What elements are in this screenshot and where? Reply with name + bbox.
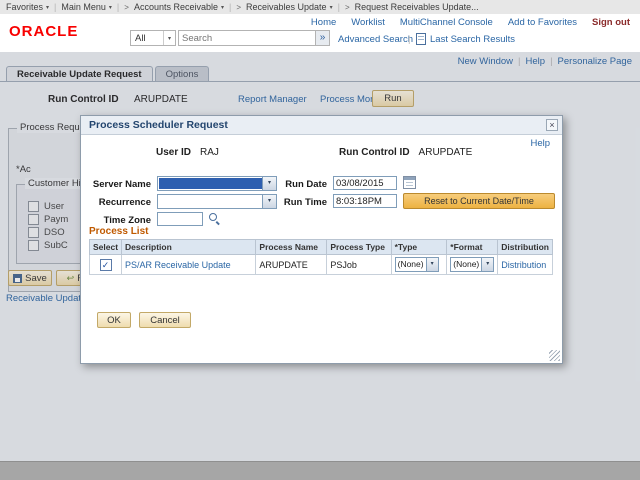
chevron-down-icon: ▾ (109, 4, 112, 11)
col-format: *Format (447, 240, 498, 255)
search-go-button[interactable]: » (315, 30, 330, 46)
col-type: *Type (391, 240, 447, 255)
run-control-value: ARUPDATE (419, 147, 473, 158)
header-nav: Home Worklist MultiChannel Console Add t… (311, 17, 630, 28)
nav-add-to-favorites-link[interactable]: Add to Favorites (508, 17, 577, 28)
peoplesoft-window: Favorites ▾ Main Menu ▾ > Accounts Recei… (0, 0, 640, 480)
breadcrumb-label: Favorites (6, 2, 43, 12)
process-list-title: Process List (89, 226, 148, 237)
recurrence-select[interactable]: ▾ (157, 194, 277, 209)
search-scope-value: All (135, 33, 146, 44)
process-list-table: Select Description Process Name Process … (89, 239, 553, 275)
divider (338, 2, 340, 12)
breadcrumb: Favorites ▾ Main Menu ▾ > Accounts Recei… (0, 0, 640, 15)
reset-date-time-button[interactable]: Reset to Current Date/Time (403, 193, 555, 209)
ok-button[interactable]: OK (97, 312, 131, 328)
process-list-header-row: Select Description Process Name Process … (90, 240, 553, 255)
breadcrumb-label: Receivables Update (246, 2, 327, 12)
nav-multichannel-console-link[interactable]: MultiChannel Console (400, 17, 493, 28)
chevron-down-icon[interactable]: ▾ (481, 258, 493, 271)
run-time-label: Run Time (267, 197, 327, 208)
cancel-button[interactable]: Cancel (139, 312, 191, 328)
format-select-value: (None) (451, 258, 481, 271)
app-header: ORACLE All ▾ » Advanced Search Last Sear… (0, 14, 640, 52)
type-select-value: (None) (396, 258, 426, 271)
calendar-icon[interactable] (403, 176, 416, 189)
col-select: Select (90, 240, 122, 255)
run-date-label: Run Date (267, 179, 327, 190)
breadcrumb-label: Request Receivables Update... (355, 2, 479, 12)
process-scheduler-request-dialog: Process Scheduler Request × Help User ID… (80, 115, 563, 364)
breadcrumb-label: Main Menu (61, 2, 106, 12)
server-name-label: Server Name (81, 179, 151, 190)
col-process-name: Process Name (256, 240, 327, 255)
chevron-down-icon: ▾ (163, 31, 171, 45)
user-id-value: RAJ (200, 147, 219, 158)
breadcrumb-request-receivables-update[interactable]: Request Receivables Update... (355, 2, 479, 12)
divider (54, 2, 56, 12)
time-zone-input[interactable] (157, 212, 203, 226)
chevron-down-icon: ▾ (221, 4, 224, 11)
breadcrumb-label: Accounts Receivable (134, 2, 218, 12)
breadcrumb-favorites[interactable]: Favorites ▾ (6, 2, 49, 12)
col-description: Description (122, 240, 256, 255)
run-control-label: Run Control ID (339, 147, 410, 158)
divider (117, 2, 119, 12)
format-select[interactable]: (None) ▾ (450, 257, 494, 272)
time-zone-label: Time Zone (81, 215, 151, 226)
nav-home-link[interactable]: Home (311, 17, 336, 28)
selection-highlight (159, 178, 262, 189)
resize-handle-icon[interactable] (549, 350, 560, 361)
recurrence-label: Recurrence (81, 197, 151, 208)
advanced-search-link[interactable]: Advanced Search (338, 34, 413, 45)
document-icon (416, 33, 426, 45)
dialog-help-link[interactable]: Help (530, 138, 550, 149)
dialog-title: Process Scheduler Request (81, 116, 562, 135)
breadcrumb-main-menu[interactable]: Main Menu ▾ (61, 2, 112, 12)
col-distribution: Distribution (498, 240, 553, 255)
run-date-input[interactable] (333, 176, 397, 190)
sign-out-link[interactable]: Sign out (592, 17, 630, 28)
chevron-down-icon[interactable]: ▾ (426, 258, 438, 271)
divider (229, 2, 231, 12)
user-id-pair: User ID RAJ (156, 147, 219, 158)
search-input[interactable] (178, 30, 316, 46)
type-select[interactable]: (None) ▾ (395, 257, 439, 272)
search-scope-select[interactable]: All ▾ (130, 30, 176, 46)
check-icon: ✓ (101, 260, 111, 270)
process-type-value: PSJob (330, 260, 357, 270)
run-control-pair: Run Control ID ARUPDATE (339, 147, 472, 158)
close-icon[interactable]: × (546, 119, 558, 131)
breadcrumb-arrow-icon: > (345, 3, 350, 12)
select-checkbox[interactable]: ✓ (100, 259, 112, 271)
process-description-link[interactable]: PS/AR Receivable Update (125, 260, 231, 270)
last-search-results-link[interactable]: Last Search Results (430, 34, 515, 45)
oracle-logo: ORACLE (9, 23, 78, 40)
breadcrumb-accounts-receivable[interactable]: Accounts Receivable ▾ (134, 2, 224, 12)
distribution-link[interactable]: Distribution (501, 260, 546, 270)
chevron-down-icon: ▾ (330, 4, 333, 11)
divider (408, 34, 410, 45)
breadcrumb-arrow-icon: > (236, 3, 241, 12)
nav-worklist-link[interactable]: Worklist (351, 17, 385, 28)
user-id-label: User ID (156, 147, 191, 158)
process-row: ✓ PS/AR Receivable Update ARUPDATE PSJob… (90, 255, 553, 275)
breadcrumb-receivables-update[interactable]: Receivables Update ▾ (246, 2, 333, 12)
window-bottom-bar (0, 461, 640, 480)
process-name-value: ARUPDATE (259, 260, 307, 270)
breadcrumb-arrow-icon: > (124, 3, 129, 12)
lookup-magnifier-icon[interactable] (208, 212, 221, 225)
col-process-type: Process Type (327, 240, 391, 255)
chevron-down-icon: ▾ (46, 4, 49, 11)
run-time-input[interactable] (333, 194, 397, 208)
server-name-select[interactable]: ▾ (157, 176, 277, 191)
